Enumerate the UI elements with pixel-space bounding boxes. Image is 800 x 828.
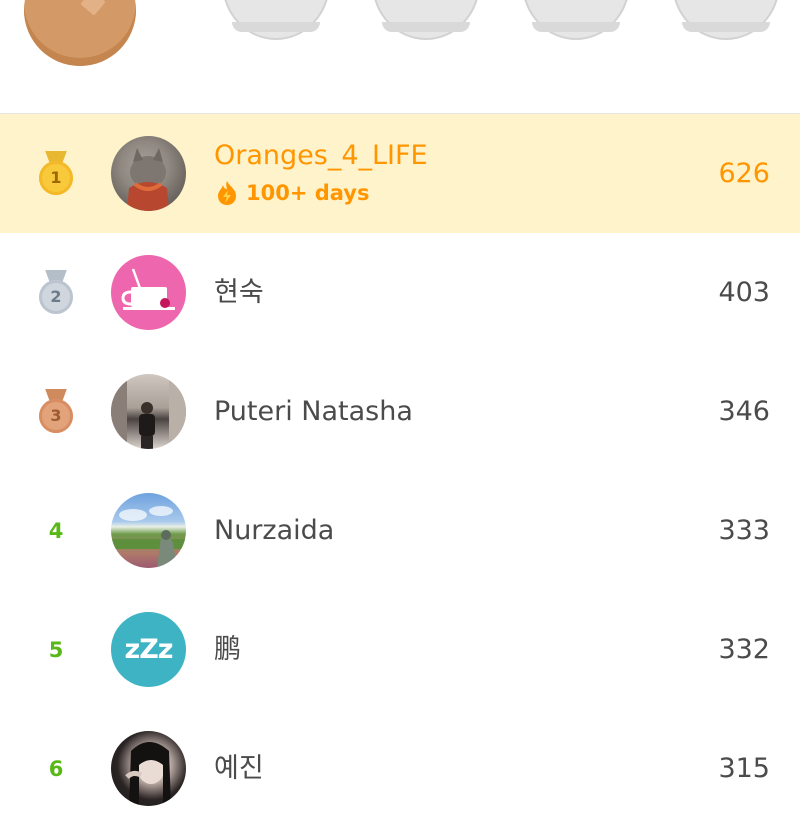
xp-score: 403 [718,277,770,308]
user-name: Nurzaida [214,515,335,546]
leaderboard-row-current-user[interactable]: 1 Oranges_4_LIFE 100+ days 626 [0,114,800,233]
zzz-icon[interactable]: zZz [111,612,186,687]
user-name: 鹏 [214,634,241,665]
rank-cell: 2 [36,233,76,352]
rank-number: 1 [39,160,73,195]
leaderboard-row[interactable]: 3 Puteri Natasha 346 [0,352,800,471]
avatar[interactable] [111,255,186,330]
locked-league-badge [672,0,780,40]
user-name: Puteri Natasha [214,396,413,427]
locked-league-badge [522,0,630,40]
streak-badge: 100+ days [214,180,370,206]
avatar-text: zZz [124,634,173,665]
gold-medal-icon: 1 [39,150,73,197]
rank-number: 6 [48,756,64,781]
fire-icon [218,181,236,205]
bronze-medal-icon: 3 [39,388,73,435]
xp-score: 315 [718,753,770,784]
leaderboard-row[interactable]: 6 예진 315 [0,709,800,828]
leaderboard-row[interactable]: 4 Nurzaida 333 [0,471,800,590]
xp-score: 346 [718,396,770,427]
rank-number: 3 [39,398,73,433]
rank-cell: 4 [36,471,76,590]
rank-cell: 5 [36,590,76,709]
league-strip [0,0,800,112]
rank-number: 2 [39,279,73,314]
teacup-icon [121,268,175,310]
avatar[interactable] [111,493,186,568]
rank-number: 4 [48,518,64,543]
xp-score: 332 [718,634,770,665]
avatar[interactable] [111,136,186,211]
streak-label: 100+ days [246,181,370,205]
rank-cell: 1 [36,114,76,233]
avatar[interactable] [111,374,186,449]
locked-league-badge [222,0,330,40]
bronze-league-badge [24,0,136,66]
xp-score: 333 [718,515,770,546]
avatar[interactable] [111,731,186,806]
rank-cell: 6 [36,709,76,828]
leaderboard-row[interactable]: 5 zZz 鹏 332 [0,590,800,709]
silver-medal-icon: 2 [39,269,73,316]
rank-number: 5 [48,637,64,662]
xp-score: 626 [718,158,770,189]
user-name: 현숙 [214,277,264,308]
user-name: 예진 [214,753,264,784]
user-name: Oranges_4_LIFE [214,140,428,171]
leaderboard-list: 1 Oranges_4_LIFE 100+ days 626 2 현숙 403 … [0,114,800,828]
rank-cell: 3 [36,352,76,471]
locked-league-badge [372,0,480,40]
leaderboard-row[interactable]: 2 현숙 403 [0,233,800,352]
